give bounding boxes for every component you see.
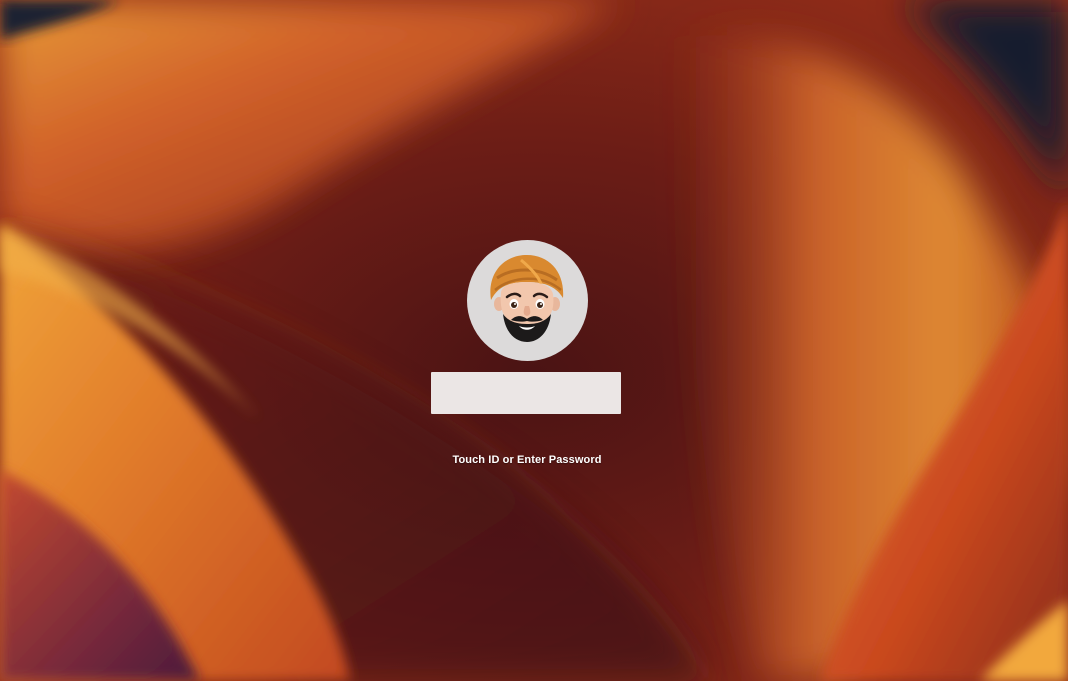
memoji-avatar-icon [490, 254, 564, 342]
touch-id-hint: Touch ID or Enter Password [452, 454, 602, 466]
user-avatar[interactable] [467, 240, 588, 361]
lock-screen: Touch ID or Enter Password [0, 0, 1068, 681]
password-field[interactable] [431, 372, 621, 414]
